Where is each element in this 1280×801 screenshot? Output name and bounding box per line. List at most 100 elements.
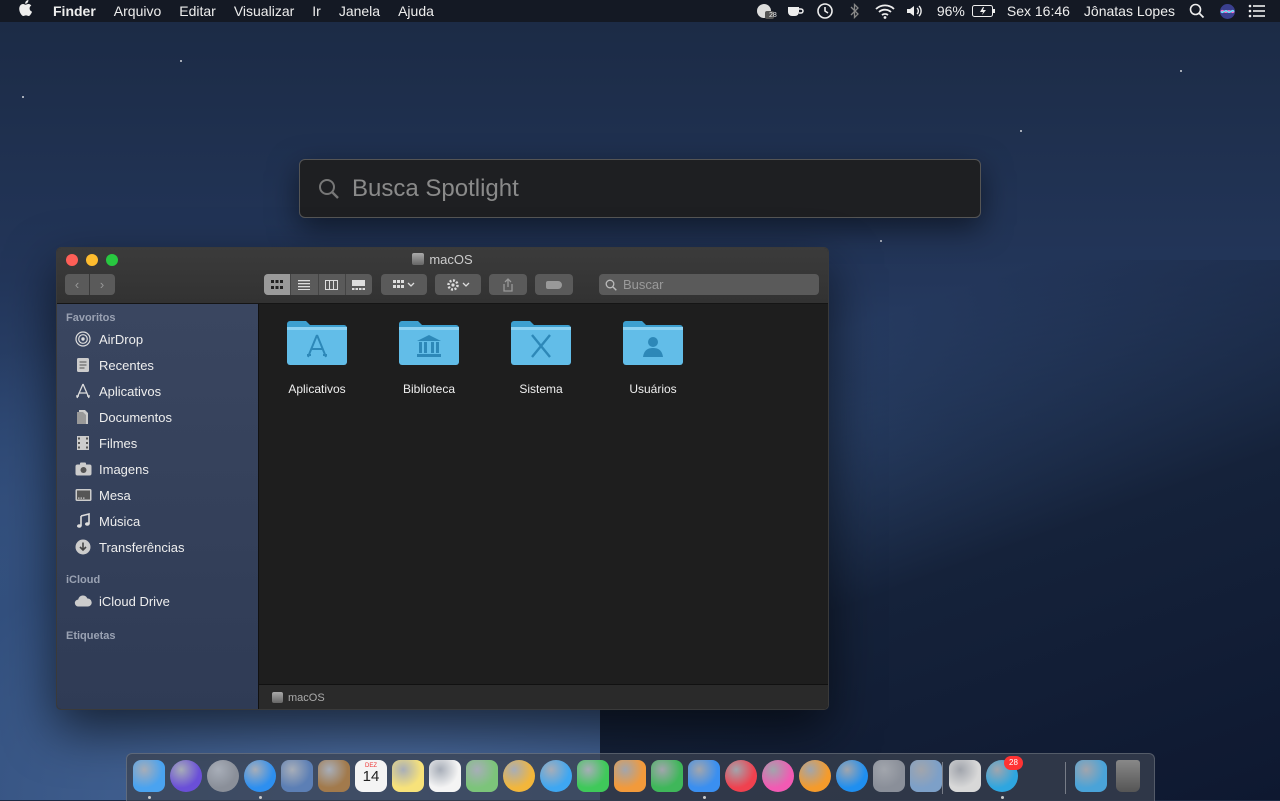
- share-button[interactable]: [489, 274, 527, 295]
- finder-search-input[interactable]: [621, 276, 815, 293]
- telegram-icon[interactable]: 28: [986, 756, 1023, 792]
- sidebar-item-music[interactable]: Música: [57, 508, 258, 534]
- running-indicator: [703, 796, 706, 799]
- forward-button[interactable]: ›: [89, 274, 114, 295]
- volume-icon[interactable]: [904, 3, 926, 19]
- music-icon: [74, 512, 92, 530]
- facetime-icon[interactable]: [577, 760, 609, 792]
- calendar-badge-icon[interactable]: 28: [754, 3, 777, 19]
- battery-charging-icon[interactable]: [971, 3, 996, 19]
- spotlight-input[interactable]: [350, 173, 954, 204]
- menu-ajuda[interactable]: Ajuda: [389, 0, 443, 22]
- mail-stamp-icon[interactable]: [281, 760, 313, 792]
- sidebar-item-downloads[interactable]: Transferências: [57, 534, 258, 560]
- time-machine-icon[interactable]: [814, 3, 836, 19]
- sidebar-item-label: Música: [99, 513, 141, 529]
- sidebar-item-label: Filmes: [99, 435, 138, 451]
- menubar-clock[interactable]: Sex 16:46: [1000, 3, 1077, 19]
- window-title: macOS: [57, 252, 828, 267]
- disk-icon: [412, 253, 425, 265]
- calendar-badge-count: 28: [769, 12, 777, 19]
- sidebar-item-label: Recentes: [99, 357, 154, 373]
- dock: DEZ 14 28: [126, 753, 1155, 801]
- menu-janela[interactable]: Janela: [330, 0, 389, 22]
- menu-arquivo[interactable]: Arquivo: [105, 0, 170, 22]
- sidebar-item-pictures[interactable]: Imagens: [57, 456, 258, 482]
- sidebar-item-desktop[interactable]: Mesa: [57, 482, 258, 508]
- sidebar-item-label: Documentos: [99, 409, 172, 425]
- list-view-button[interactable]: [290, 274, 317, 295]
- trash-icon[interactable]: [1116, 760, 1140, 792]
- menu-app-name[interactable]: Finder: [44, 0, 105, 22]
- action-menu-button[interactable]: [435, 274, 481, 295]
- apple-logo-icon[interactable]: [0, 0, 44, 23]
- search-icon: [605, 279, 617, 291]
- folder-item-users[interactable]: Usuários: [605, 318, 701, 396]
- launchpad-icon[interactable]: [207, 760, 239, 792]
- siri-icon[interactable]: [170, 760, 202, 792]
- photos-icon[interactable]: [503, 760, 535, 792]
- safari-icon[interactable]: [244, 760, 276, 792]
- sidebar-header-favorites: Favoritos: [66, 312, 116, 324]
- icloud-icon: [74, 592, 92, 610]
- menu-editar[interactable]: Editar: [170, 0, 225, 22]
- menubar-user[interactable]: Jônatas Lopes: [1077, 3, 1182, 19]
- itunes-icon[interactable]: [762, 760, 794, 792]
- preview-icon[interactable]: [910, 760, 942, 792]
- reminders-icon[interactable]: [429, 760, 461, 792]
- sidebar-item-applications[interactable]: Aplicativos: [57, 378, 258, 404]
- path-bar-item[interactable]: macOS: [288, 692, 325, 704]
- sidebar-item-movies[interactable]: Filmes: [57, 430, 258, 456]
- spotlight-search-icon[interactable]: [1186, 3, 1208, 19]
- folder-item-applications[interactable]: Aplicativos: [269, 318, 365, 396]
- finder-search-field[interactable]: [599, 274, 819, 295]
- system-preferences-icon[interactable]: [873, 760, 905, 792]
- sidebar-header-tags[interactable]: Etiquetas: [57, 630, 258, 642]
- downloads-stack-icon[interactable]: [1075, 760, 1107, 792]
- emulator-icon[interactable]: [949, 760, 981, 792]
- running-indicator: [259, 796, 262, 799]
- folder-item-system[interactable]: Sistema: [493, 318, 589, 396]
- menu-bar: Finder Arquivo Editar Visualizar Ir Jane…: [0, 0, 1280, 22]
- sidebar-item-recents[interactable]: Recentes: [57, 352, 258, 378]
- books-icon[interactable]: [799, 760, 831, 792]
- calendar-icon[interactable]: DEZ 14: [355, 760, 387, 792]
- battery-percent[interactable]: 96%: [930, 3, 968, 19]
- spotlight-search-icon: [319, 178, 339, 199]
- news-icon[interactable]: [725, 760, 757, 792]
- messages-icon[interactable]: [540, 760, 572, 792]
- finder-titlebar[interactable]: macOS ‹ ›: [57, 248, 828, 304]
- columns-icon: [325, 279, 339, 290]
- dock-separator: [1065, 762, 1066, 794]
- window-title-text: macOS: [429, 252, 473, 267]
- column-view-button[interactable]: [317, 274, 345, 295]
- finder-icon[interactable]: [133, 760, 165, 792]
- wifi-icon[interactable]: [874, 3, 896, 19]
- gallery-view-button[interactable]: [344, 274, 372, 295]
- siri-icon[interactable]: [1216, 3, 1238, 19]
- tag-button[interactable]: [535, 274, 573, 295]
- maps-icon[interactable]: [466, 760, 498, 792]
- keynote-icon[interactable]: [688, 760, 720, 792]
- numbers-icon[interactable]: [651, 760, 683, 792]
- sidebar-item-airdrop[interactable]: AirDrop: [57, 326, 258, 352]
- notes-icon[interactable]: [392, 760, 424, 792]
- group-by-button[interactable]: [381, 274, 427, 295]
- disk-icon: [272, 692, 283, 703]
- bluetooth-icon[interactable]: [844, 3, 866, 19]
- sidebar-item-label: iCloud Drive: [99, 593, 170, 609]
- app-store-icon[interactable]: [836, 760, 868, 792]
- downloads-icon: [74, 538, 92, 556]
- folder-label: Biblioteca: [402, 382, 456, 396]
- icon-view-button[interactable]: [264, 274, 291, 295]
- menu-visualizar[interactable]: Visualizar: [225, 0, 303, 22]
- back-button[interactable]: ‹: [65, 274, 89, 295]
- sidebar-item-documents[interactable]: Documentos: [57, 404, 258, 430]
- contacts-icon[interactable]: [318, 760, 350, 792]
- pages-icon[interactable]: [614, 760, 646, 792]
- notification-center-icon[interactable]: [1246, 3, 1268, 19]
- menu-ir[interactable]: Ir: [303, 0, 330, 22]
- folder-item-library[interactable]: Biblioteca: [381, 318, 477, 396]
- coffee-cup-icon[interactable]: [784, 3, 806, 19]
- sidebar-item-icloud-drive[interactable]: iCloud Drive: [57, 588, 258, 614]
